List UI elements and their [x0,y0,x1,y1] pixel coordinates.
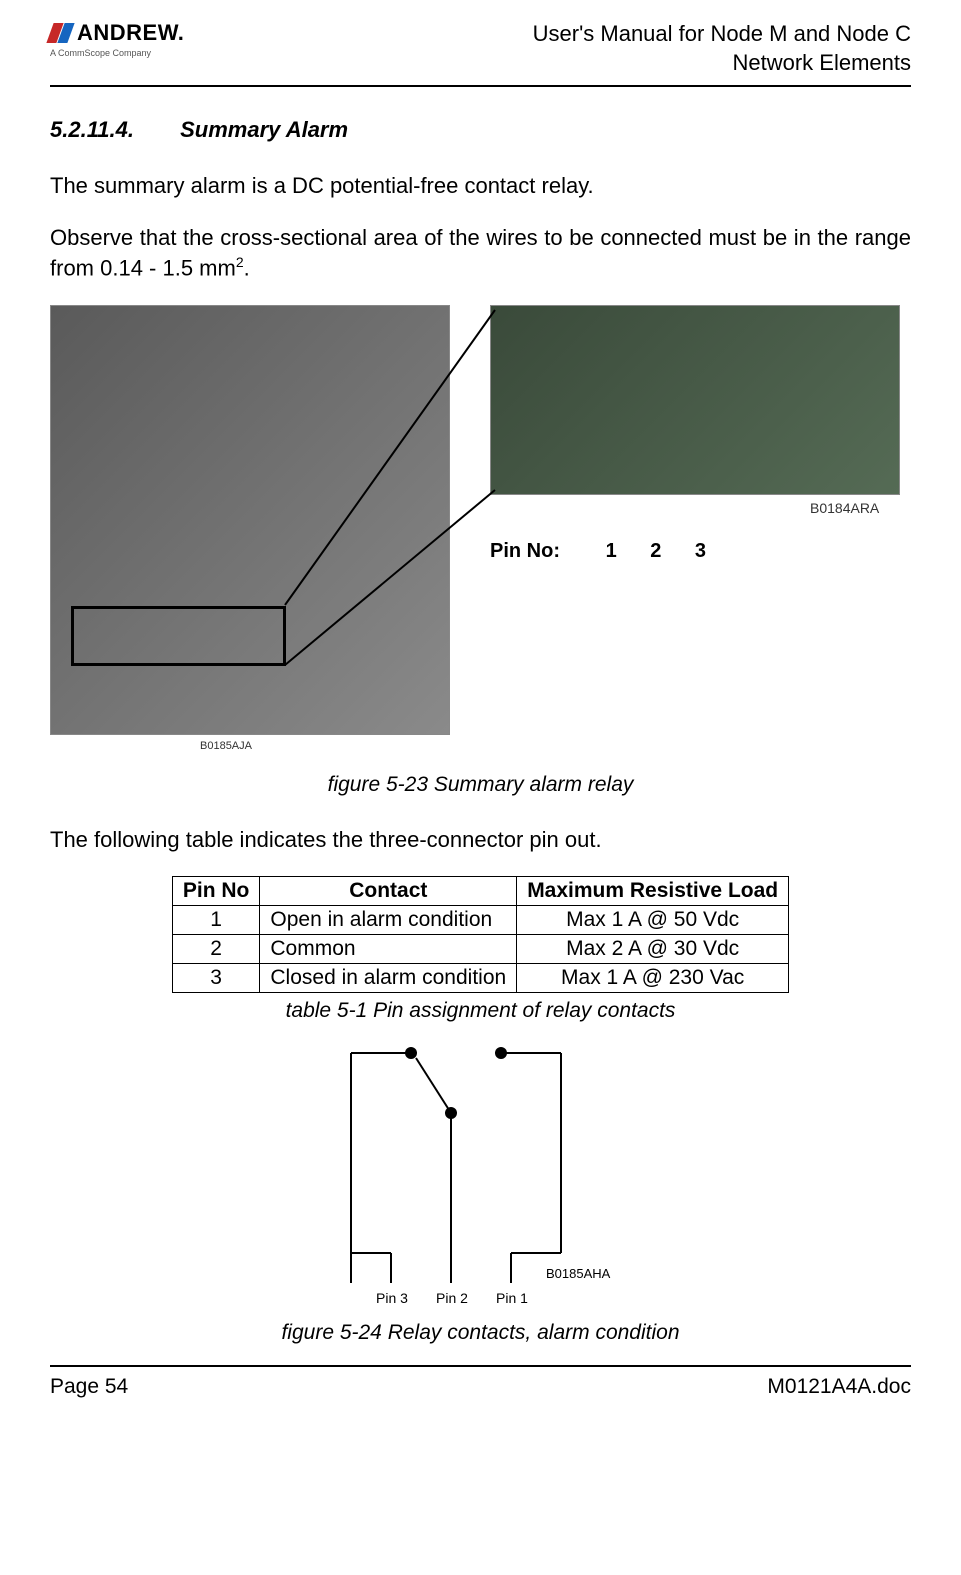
brand-logo: ANDREW. A CommScope Company [50,20,184,58]
th-contact: Contact [260,877,517,906]
figure-summary-alarm-relay: B0185AJA B0184ARA Pin No: 1 2 3 figure 5… [50,305,911,797]
cell-pin: 3 [172,964,260,993]
doc-title: User's Manual for Node M and Node C Netw… [533,20,911,77]
cell-pin: 1 [172,906,260,935]
photo-right-id: B0184ARA [810,500,879,516]
relay-diagram: Pin 3 Pin 2 Pin 1 B0185AHA [50,1033,911,1313]
paragraph-table-intro: The following table indicates the three-… [50,825,911,855]
page-number: Page 54 [50,1375,128,1399]
table-caption: table 5-1 Pin assignment of relay contac… [50,999,911,1023]
pin-label-text: Pin No: [490,540,560,562]
pin2-label: Pin 2 [436,1290,468,1306]
brand-logo-row: ANDREW. [50,20,184,46]
table-row: 1 Open in alarm condition Max 1 A @ 50 V… [172,906,788,935]
th-pin-no: Pin No [172,877,260,906]
relay-contacts-icon: Pin 3 Pin 2 Pin 1 B0185AHA [321,1033,641,1313]
pin-label-row: Pin No: 1 2 3 [490,540,720,563]
doc-title-line1: User's Manual for Node M and Node C [533,20,911,49]
cell-contact: Common [260,935,517,964]
table-row: 3 Closed in alarm condition Max 1 A @ 23… [172,964,788,993]
page-header: ANDREW. A CommScope Company User's Manua… [50,20,911,87]
section-title: Summary Alarm [180,117,348,142]
figure2-caption: figure 5-24 Relay contacts, alarm condit… [50,1321,911,1345]
figure1-caption: figure 5-23 Summary alarm relay [50,773,911,797]
page-footer: Page 54 M0121A4A.doc [50,1365,911,1399]
section-heading: 5.2.11.4. Summary Alarm [50,117,911,143]
cell-contact: Closed in alarm condition [260,964,517,993]
cell-load: Max 2 A @ 30 Vdc [517,935,789,964]
paragraph-wire-range: Observe that the cross-sectional area of… [50,223,911,283]
th-max-load: Maximum Resistive Load [517,877,789,906]
p2-suffix: . [244,255,250,280]
section-number: 5.2.11.4. [50,117,134,142]
cell-contact: Open in alarm condition [260,906,517,935]
brand-bars-icon [50,23,71,43]
table-header-row: Pin No Contact Maximum Resistive Load [172,877,788,906]
pin3-label: Pin 3 [376,1290,408,1306]
photo-left-id: B0185AJA [200,740,252,752]
cell-pin: 2 [172,935,260,964]
brand-subtitle: A CommScope Company [50,48,184,58]
pin-table-wrap: Pin No Contact Maximum Resistive Load 1 … [50,876,911,993]
p2-prefix: Observe that the cross-sectional area of… [50,225,911,280]
connector-photo-detail [490,305,900,495]
brand-name: ANDREW. [77,20,184,46]
photo-row: B0185AJA B0184ARA Pin No: 1 2 3 [50,305,911,765]
cell-load: Max 1 A @ 50 Vdc [517,906,789,935]
pin-assignment-table: Pin No Contact Maximum Resistive Load 1 … [172,876,789,993]
pin1-label: Pin 1 [496,1290,528,1306]
callout-box-icon [71,606,286,666]
cell-load: Max 1 A @ 230 Vac [517,964,789,993]
paragraph-intro: The summary alarm is a DC potential-free… [50,171,911,201]
doc-reference: M0121A4A.doc [767,1375,911,1399]
table-row: 2 Common Max 2 A @ 30 Vdc [172,935,788,964]
pin-numbers: 1 2 3 [606,540,720,562]
p2-super: 2 [236,254,244,270]
doc-title-line2: Network Elements [533,49,911,78]
board-photo-main [50,305,450,735]
diagram-id: B0185AHA [546,1266,611,1281]
